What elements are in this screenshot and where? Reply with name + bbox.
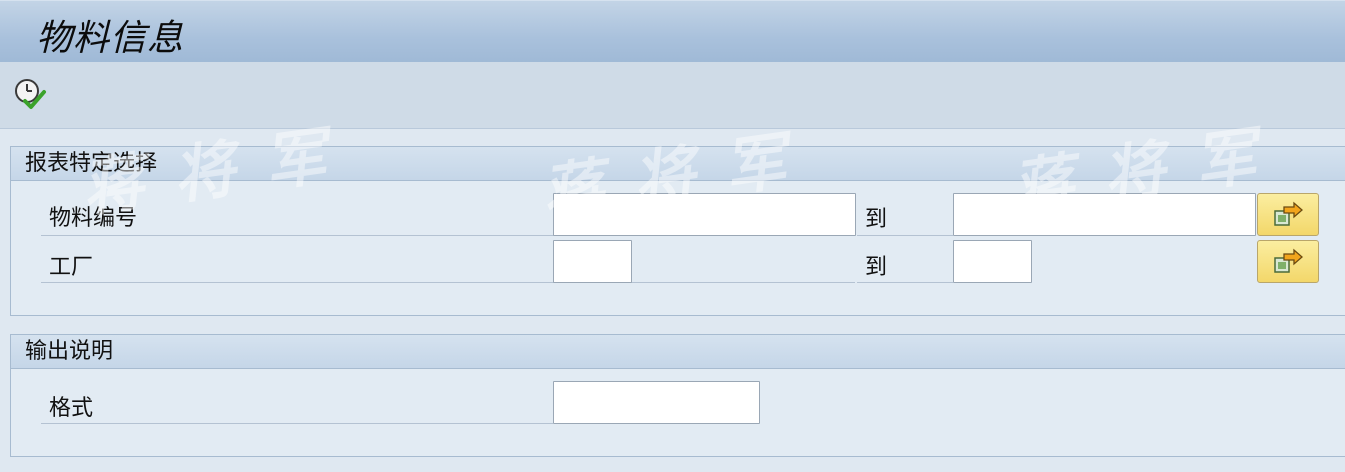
plant-label: 工厂 — [49, 255, 94, 280]
plant-multiple-selection-button[interactable] — [1257, 240, 1319, 283]
multiple-selection-arrow-icon — [1274, 248, 1303, 273]
page-title: 物料信息 — [36, 18, 185, 59]
format-label: 格式 — [49, 396, 94, 421]
material-number-to-line — [857, 235, 953, 236]
material-number-to-input[interactable] — [953, 193, 1256, 236]
title-bar: 物料信息 — [0, 0, 1345, 63]
material-number-to-label: 到 — [865, 207, 888, 232]
material-number-label: 物料编号 — [49, 206, 138, 231]
material-number-multiple-selection-button[interactable] — [1257, 193, 1319, 236]
plant-to-label: 到 — [865, 255, 888, 280]
format-row-line — [41, 423, 553, 424]
plant-to-input[interactable] — [953, 240, 1032, 283]
plant-row-line — [41, 282, 855, 283]
multiple-selection-arrow-icon — [1274, 201, 1303, 226]
plant-from-input[interactable] — [553, 240, 632, 283]
plant-to-line — [857, 282, 953, 283]
output-panel-header: 输出说明 — [11, 335, 1345, 369]
execute-button[interactable] — [13, 77, 47, 111]
application-toolbar — [0, 62, 1345, 129]
selection-panel-header: 报表特定选择 — [11, 147, 1345, 181]
material-number-from-input[interactable] — [553, 193, 856, 236]
format-input[interactable] — [553, 381, 760, 424]
execute-clock-check-icon — [15, 79, 46, 109]
